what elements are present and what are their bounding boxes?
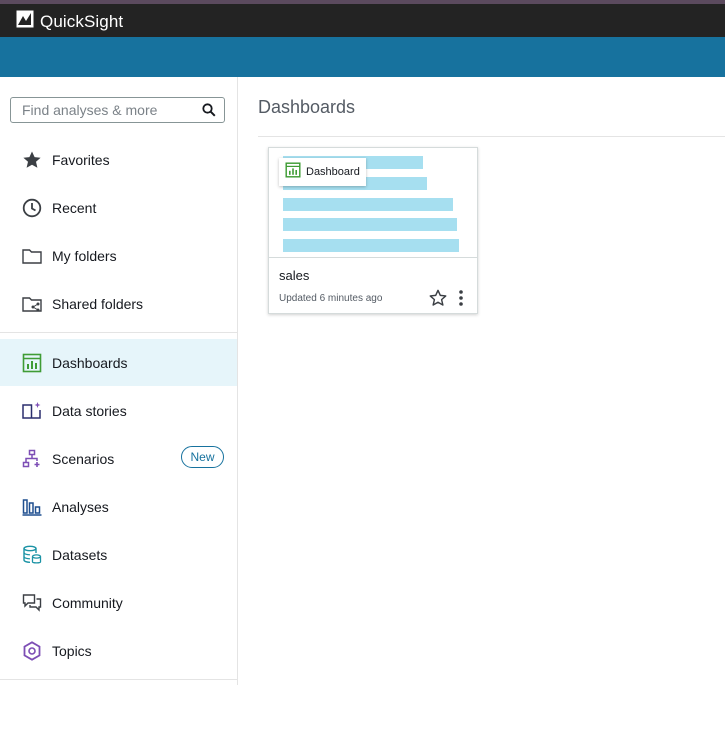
sidebar-item-label: Data stories (52, 402, 127, 419)
search-icon[interactable] (202, 103, 216, 122)
card-type-label: Dashboard (306, 166, 360, 178)
dashboard-icon (285, 161, 301, 183)
sidebar-item-analyses[interactable]: Analyses (0, 483, 237, 530)
sidebar-item-label: Datasets (52, 546, 108, 563)
clock-icon (22, 198, 42, 218)
hexagon-icon (22, 640, 42, 661)
sidebar-item-datasets[interactable]: Datasets (0, 531, 237, 578)
shared-folder-icon (22, 294, 42, 314)
thumbnail-bar (283, 239, 459, 252)
sidebar-item-label: Analyses (52, 498, 109, 515)
chat-icon (22, 593, 42, 613)
sidebar-item-label: My folders (52, 247, 117, 264)
more-options-icon[interactable] (456, 289, 466, 307)
sidebar-item-label: Scenarios (52, 450, 115, 467)
sidebar-item-dashboards[interactable]: Dashboards (0, 339, 237, 386)
sidebar-item-community[interactable]: Community (0, 579, 237, 626)
sidebar-item-data-stories[interactable]: Data stories (0, 387, 237, 434)
sidebar: Favorites Recent My folders Shared folde… (0, 77, 238, 685)
dashboard-thumbnail[interactable]: Dashboard (269, 148, 477, 258)
brand[interactable]: QuickSight (16, 10, 123, 33)
sidebar-divider (0, 679, 237, 680)
analyses-icon (22, 497, 42, 517)
app-name: QuickSight (40, 11, 124, 31)
quicksight-logo-icon (16, 10, 34, 33)
header-bar (0, 37, 725, 77)
thumbnail-bar (283, 198, 453, 211)
title-divider (258, 136, 725, 137)
thumbnail-bar (283, 218, 457, 231)
new-badge: New (181, 446, 224, 468)
sidebar-item-shared-folders[interactable]: Shared folders (0, 280, 237, 327)
search-box (10, 97, 225, 123)
sidebar-item-label: Favorites (52, 151, 110, 168)
sidebar-item-label: Topics (52, 642, 92, 659)
dashboard-type-badge: Dashboard (279, 158, 366, 186)
sidebar-item-recent[interactable]: Recent (0, 184, 237, 231)
book-icon (22, 401, 42, 421)
folder-icon (22, 246, 42, 266)
search-input[interactable] (22, 102, 192, 118)
sidebar-item-label: Community (52, 594, 123, 611)
sidebar-item-label: Recent (52, 199, 97, 216)
dashboard-icon (22, 353, 42, 373)
sidebar-item-topics[interactable]: Topics (0, 627, 237, 674)
page-title: Dashboards (258, 97, 356, 117)
hierarchy-icon (22, 449, 42, 469)
star-icon (22, 150, 42, 170)
sidebar-item-favorites[interactable]: Favorites (0, 136, 237, 183)
sidebar-divider (0, 332, 237, 333)
sidebar-item-label: Dashboards (52, 354, 128, 371)
favorite-star-icon[interactable] (429, 289, 447, 307)
top-bar: QuickSight (0, 0, 725, 37)
database-icon (22, 545, 42, 565)
card-updated-time: Updated 6 minutes ago (279, 293, 383, 304)
sidebar-item-my-folders[interactable]: My folders (0, 232, 237, 279)
dashboard-card[interactable]: Dashboard sales Updated 6 minutes ago (268, 147, 478, 314)
sidebar-item-scenarios[interactable]: Scenarios New (0, 435, 237, 482)
card-title[interactable]: sales (279, 268, 309, 283)
sidebar-item-label: Shared folders (52, 295, 144, 312)
